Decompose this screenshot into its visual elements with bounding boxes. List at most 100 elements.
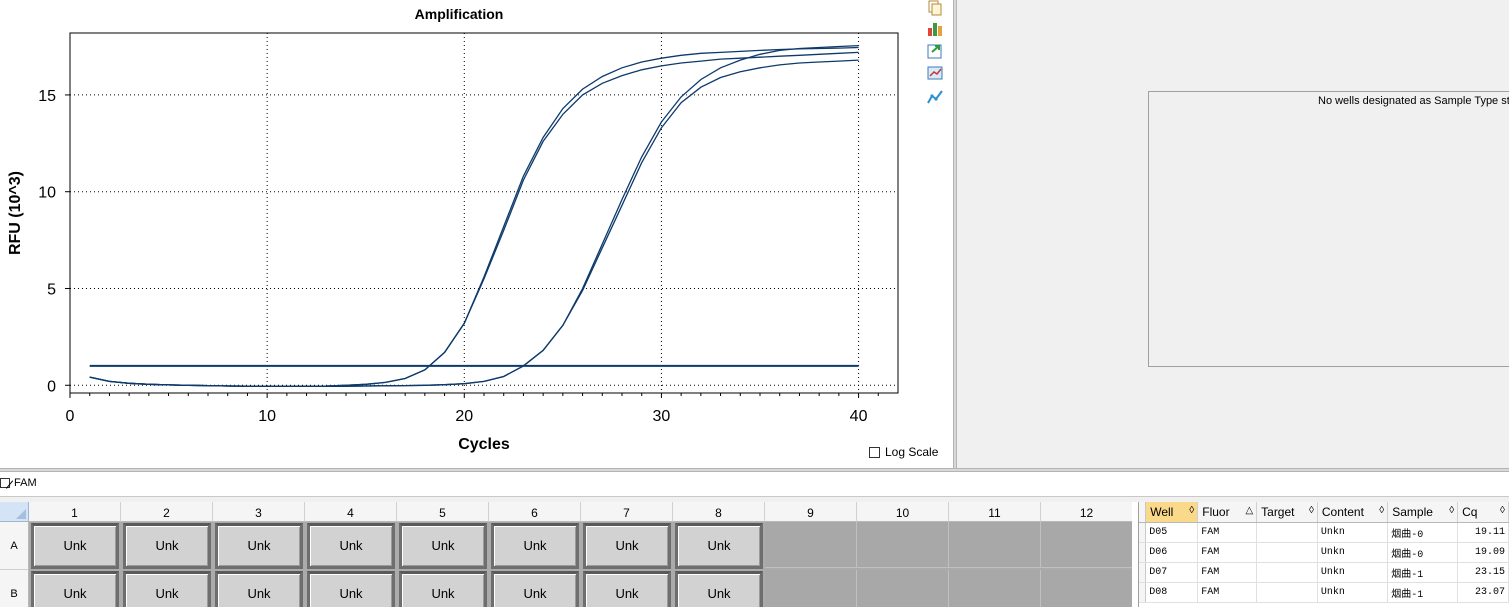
- plate-well[interactable]: Unk: [31, 571, 119, 607]
- sort-icon[interactable]: ◊: [1309, 505, 1314, 516]
- y-tick-label: 10: [38, 185, 56, 202]
- table-cell-well: D07: [1145, 562, 1199, 583]
- table-cell-content: Unkn: [1317, 522, 1389, 543]
- table-cell-sample: 烟曲-0: [1387, 542, 1459, 563]
- column-header-sample[interactable]: Sample ◊: [1387, 502, 1459, 523]
- row-marker[interactable]: [1139, 542, 1147, 563]
- plate-well[interactable]: Unk: [307, 571, 395, 607]
- plate-well[interactable]: Unk: [123, 523, 211, 569]
- sort-icon[interactable]: ◊: [1189, 505, 1194, 516]
- no-standard-message: No wells designated as Sample Type sta: [1318, 95, 1509, 107]
- plate-well[interactable]: Unk: [215, 571, 303, 607]
- y-axis-title: RFU (10^3): [7, 171, 24, 255]
- column-header-7[interactable]: 7: [581, 502, 673, 522]
- column-header-well[interactable]: Well ◊: [1145, 502, 1199, 523]
- plate-well[interactable]: Unk: [399, 571, 487, 607]
- column-header-label: Well: [1150, 505, 1174, 519]
- table-header-row: Well ◊ Fluor △ Target ◊ Content ◊ Sample ◊ Cq ◊: [1139, 502, 1509, 523]
- column-header-3[interactable]: 3: [213, 502, 305, 522]
- column-header-label: Content: [1321, 505, 1364, 519]
- table-cell-fluor: FAM: [1197, 582, 1258, 603]
- table-row[interactable]: D06 FAM Unkn 烟曲-0 19.09: [1139, 542, 1509, 563]
- plate-well[interactable]: Unk: [675, 571, 763, 607]
- plate-well[interactable]: Unk: [215, 523, 303, 569]
- sort-icon[interactable]: ◊: [1449, 505, 1454, 516]
- column-header-label: Sample: [1392, 505, 1433, 519]
- column-header-cq[interactable]: Cq ◊: [1457, 502, 1509, 523]
- column-header-2[interactable]: 2: [121, 502, 213, 522]
- row-marker[interactable]: [1139, 562, 1147, 583]
- plate-well[interactable]: Unk: [307, 523, 395, 569]
- zoom-icon[interactable]: [926, 64, 944, 82]
- y-tick-label: 0: [47, 378, 56, 395]
- sort-icon[interactable]: △: [1245, 505, 1253, 516]
- log-scale-box[interactable]: [869, 446, 880, 458]
- fam-label: FAM: [14, 477, 37, 489]
- column-header-8[interactable]: 8: [673, 502, 765, 522]
- row-header-B[interactable]: B: [0, 570, 29, 607]
- table-row[interactable]: D07 FAM Unkn 烟曲-1 23.15: [1139, 562, 1509, 583]
- plate-well[interactable]: [1041, 570, 1132, 607]
- table-cell-well: D06: [1145, 542, 1199, 563]
- plate-well[interactable]: [765, 522, 857, 568]
- column-header-fluor[interactable]: Fluor △: [1197, 502, 1258, 523]
- sort-icon[interactable]: ◊: [1500, 505, 1505, 516]
- select-all-corner[interactable]: [0, 502, 29, 522]
- plate-well[interactable]: Unk: [491, 571, 579, 607]
- column-header-6[interactable]: 6: [489, 502, 581, 522]
- table-cell-well: D05: [1145, 522, 1199, 543]
- plate-well[interactable]: Unk: [583, 523, 671, 569]
- column-header-label: Fluor: [1202, 505, 1230, 519]
- copy-icon[interactable]: [926, 0, 944, 18]
- plate-well[interactable]: Unk: [675, 523, 763, 569]
- plate-well[interactable]: [1041, 522, 1132, 568]
- table-cell-target: [1256, 542, 1318, 563]
- column-header-10[interactable]: 10: [857, 502, 949, 522]
- column-header-5[interactable]: 5: [397, 502, 489, 522]
- x-tick-label: 20: [455, 408, 473, 425]
- column-header-11[interactable]: 11: [949, 502, 1041, 522]
- column-header-target[interactable]: Target ◊: [1256, 502, 1318, 523]
- sort-icon[interactable]: ◊: [1379, 505, 1384, 516]
- column-header-content[interactable]: Content ◊: [1317, 502, 1389, 523]
- chart-settings-icon[interactable]: [926, 20, 944, 38]
- plate-well[interactable]: Unk: [123, 571, 211, 607]
- standard-curve-box: No wells designated as Sample Type sta: [1148, 91, 1509, 367]
- fam-check-box[interactable]: [0, 478, 10, 488]
- table-cell-cq: 19.09: [1457, 542, 1509, 563]
- table-cell-cq: 23.07: [1457, 582, 1509, 603]
- log-scale-checkbox[interactable]: Log Scale: [869, 445, 938, 459]
- fam-checkbox[interactable]: FAM: [0, 477, 37, 489]
- y-tick-label: 15: [38, 88, 56, 105]
- row-marker-header: [1139, 502, 1147, 523]
- plate-well[interactable]: Unk: [399, 523, 487, 569]
- plate-well[interactable]: [857, 522, 949, 568]
- table-row[interactable]: D05 FAM Unkn 烟曲-0 19.11: [1139, 522, 1509, 543]
- export-icon[interactable]: [926, 42, 944, 60]
- plate-well[interactable]: Unk: [31, 523, 119, 569]
- column-header-9[interactable]: 9: [765, 502, 857, 522]
- plate-well[interactable]: [949, 570, 1041, 607]
- y-tick-label: 5: [47, 281, 56, 298]
- table-cell-sample: 烟曲-0: [1387, 522, 1459, 543]
- table-cell-target: [1256, 582, 1318, 603]
- table-cell-cq: 23.15: [1457, 562, 1509, 583]
- table-cell-fluor: FAM: [1197, 522, 1258, 543]
- row-marker[interactable]: [1139, 582, 1147, 603]
- trend-icon[interactable]: [926, 88, 944, 106]
- column-header-1[interactable]: 1: [29, 502, 121, 522]
- row-marker[interactable]: [1139, 522, 1147, 543]
- plate-well[interactable]: Unk: [583, 571, 671, 607]
- table-cell-sample: 烟曲-1: [1387, 582, 1459, 603]
- column-header-4[interactable]: 4: [305, 502, 397, 522]
- amplification-chart-pane: 0 10 20 30 40 0 5 10 15 Amplification Cycles RFU (1…: [0, 0, 918, 468]
- plate-well[interactable]: [765, 570, 857, 607]
- plate-well[interactable]: Unk: [491, 523, 579, 569]
- table-row[interactable]: D08 FAM Unkn 烟曲-1 23.07: [1139, 582, 1509, 603]
- column-header-12[interactable]: 12: [1041, 502, 1132, 522]
- row-header-A[interactable]: A: [0, 522, 29, 570]
- plate-well[interactable]: [857, 570, 949, 607]
- x-tick-label: 0: [66, 408, 75, 425]
- plate-well[interactable]: [949, 522, 1041, 568]
- table-cell-cq: 19.11: [1457, 522, 1509, 543]
